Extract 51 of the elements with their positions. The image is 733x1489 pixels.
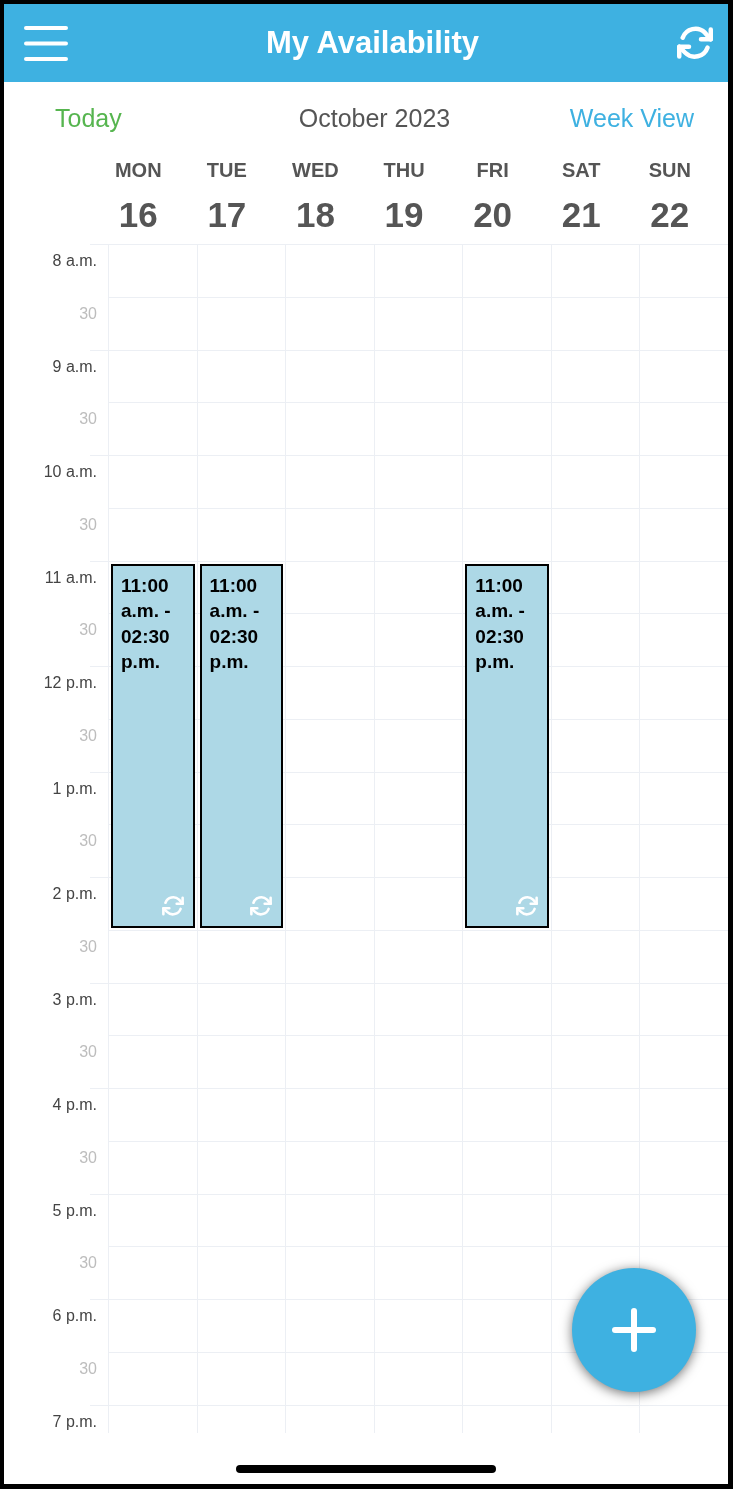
refresh-button[interactable] xyxy=(677,25,713,61)
time-label: 30 xyxy=(79,514,97,535)
weekday-label: SAT xyxy=(561,158,601,183)
weekday-label: WED xyxy=(292,158,339,183)
add-button[interactable] xyxy=(572,1268,696,1392)
time-label: 30 xyxy=(79,1253,97,1274)
weekday-label: FRI xyxy=(476,158,509,183)
date-number: 22 xyxy=(650,193,690,236)
screen-title: My Availability xyxy=(265,24,480,62)
time-range-text: 11:00 a.m. - 02:30 p.m. xyxy=(209,573,261,674)
date-number: 18 xyxy=(295,193,335,236)
time-label: 12 p.m. xyxy=(43,673,97,693)
date-number: 19 xyxy=(384,193,424,236)
date-number: 16 xyxy=(118,193,158,236)
time-label: 2 p.m. xyxy=(52,884,97,904)
date-number: 21 xyxy=(561,193,601,236)
month-title: October 2023 xyxy=(298,103,451,133)
time-label: 30 xyxy=(79,1147,97,1168)
time-label: 4 p.m. xyxy=(52,1095,97,1115)
weekday-label: MON xyxy=(114,158,162,183)
weekday-label: SUN xyxy=(648,158,691,183)
time-label: 30 xyxy=(79,725,97,746)
availability-block[interactable]: 11:00 a.m. - 02:30 p.m. xyxy=(111,563,195,928)
time-label: 30 xyxy=(79,409,97,430)
date-number: 17 xyxy=(207,193,247,236)
time-label: 6 p.m. xyxy=(52,1306,97,1326)
date-number: 20 xyxy=(473,193,513,236)
time-label: 30 xyxy=(79,303,97,324)
menu-button[interactable] xyxy=(24,25,68,61)
weekday-label: TUE xyxy=(206,158,247,183)
availability-block[interactable]: 11:00 a.m. - 02:30 p.m. xyxy=(199,563,284,928)
time-label: 1 p.m. xyxy=(52,778,97,799)
time-range-text: 11:00 a.m. - 02:30 p.m. xyxy=(121,573,172,674)
time-label: 30 xyxy=(79,831,97,852)
plus-icon xyxy=(612,1308,656,1352)
time-label: 30 xyxy=(79,620,97,641)
time-label: 30 xyxy=(79,1358,97,1379)
time-label: 9 a.m. xyxy=(52,356,97,377)
menu-icon xyxy=(24,25,68,61)
time-label: 30 xyxy=(79,936,97,957)
refresh-icon xyxy=(677,25,713,61)
time-label: 7 p.m. xyxy=(52,1411,97,1432)
time-label: 30 xyxy=(79,1042,97,1063)
time-label: 10 a.m. xyxy=(43,462,97,482)
time-label: 11 a.m. xyxy=(44,567,97,588)
time-label: 8 a.m. xyxy=(52,251,97,271)
time-range-text: 11:00 a.m. - 02:30 p.m. xyxy=(475,573,526,674)
time-label: 5 p.m. xyxy=(52,1200,97,1221)
time-label: 3 p.m. xyxy=(52,989,97,1010)
weekday-label: THU xyxy=(383,158,425,183)
availability-block[interactable]: 11:00 a.m. - 02:30 p.m. xyxy=(465,563,549,928)
